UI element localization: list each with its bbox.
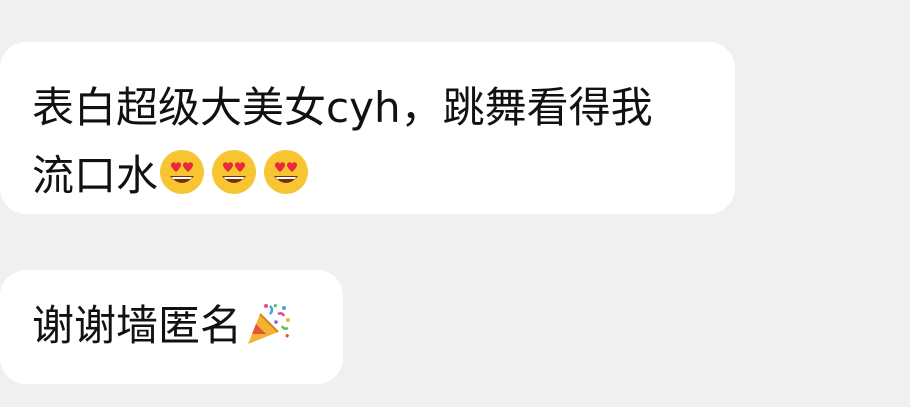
party-popper-icon xyxy=(244,300,292,348)
heart-eyes-icon xyxy=(262,148,310,196)
message-text-line-2: 流口水 xyxy=(32,142,715,210)
message-text-line-2-text: 流口水 xyxy=(32,151,159,200)
heart-eyes-icon xyxy=(158,148,206,196)
message-text-line-1: 表白超级大美女cyh，跳舞看得我 xyxy=(32,83,653,132)
message-bubble-confession[interactable]: 表白超级大美女cyh，跳舞看得我 流口水 xyxy=(0,42,735,214)
message-text-line: 谢谢墙匿名 xyxy=(32,292,333,360)
message-text-thanks: 谢谢墙匿名 xyxy=(32,301,243,350)
heart-eyes-icon xyxy=(210,148,258,196)
message-bubble-thanks[interactable]: 谢谢墙匿名 xyxy=(0,270,343,384)
